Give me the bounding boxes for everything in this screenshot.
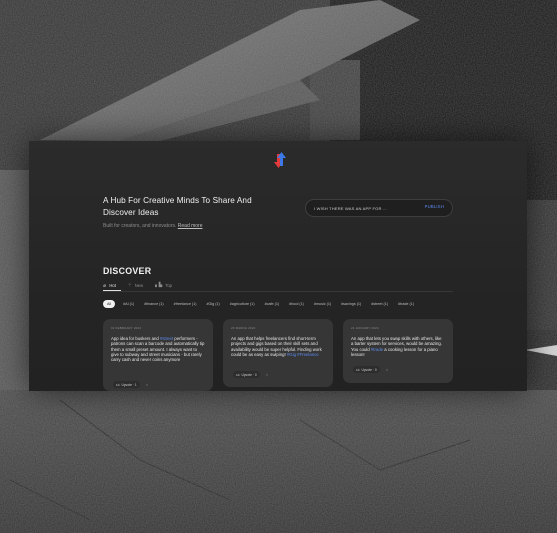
card-text: An app that helps freelancers find short… (231, 336, 325, 357)
tag-chip[interactable]: #savings (1) (341, 302, 361, 306)
app-logo-icon[interactable] (271, 151, 289, 169)
idea-input-bar: PUBLISH (305, 199, 453, 217)
read-more-link[interactable]: Read more (178, 223, 203, 229)
tab-top[interactable]: ▖▙ Top (155, 282, 172, 288)
discover-heading: DISCOVER (103, 266, 152, 276)
comment-icon[interactable]: ○ (266, 372, 269, 377)
card-actions: 👍︎ Upvote · 1 ○ (113, 381, 148, 388)
idea-input[interactable] (314, 204, 409, 213)
tab-new[interactable]: ✧ New (128, 282, 143, 288)
publish-button[interactable]: PUBLISH (425, 204, 444, 209)
hero-title: A Hub For Creative Minds To Share And Di… (103, 196, 252, 217)
tag-chip[interactable]: #finance (1) (144, 302, 163, 306)
tag-chip[interactable]: #food (1) (289, 302, 304, 306)
sparkle-icon: ✧ (127, 282, 132, 287)
hero-subtitle: Built for creators, and innovators. Read… (103, 223, 203, 229)
sort-tabs: 🔥︎ Hot ✧ New ▖▙ Top (103, 282, 172, 288)
thumbs-up-icon: 👍︎ (116, 382, 120, 387)
idea-card[interactable]: 21 JANUARY 2024 An app that lets you swa… (343, 319, 453, 383)
hashtag-link[interactable]: #trade (371, 347, 383, 352)
tag-chip[interactable]: #Gig (1) (206, 302, 219, 306)
upvote-count: Upvote · 0 (361, 367, 377, 372)
card-date: 21 JANUARY 2024 (351, 326, 379, 330)
tag-chip[interactable]: #music (1) (314, 302, 331, 306)
chip-all[interactable]: All (103, 300, 116, 308)
comment-icon[interactable]: ○ (386, 367, 389, 372)
card-text: An app that lets you swap skills with ot… (351, 336, 445, 357)
tag-filter-chips: All #AI (1) #finance (1) #freelance (1) #Gig… (103, 300, 424, 308)
hashtag-link[interactable]: #Gig #Freelance (287, 352, 319, 357)
upvote-count: Upvote · 0 (241, 372, 257, 377)
upvote-count: Upvote · 1 (121, 382, 137, 387)
thumbs-up-icon: 👍︎ (356, 367, 360, 372)
card-text-segment: App idea for buskers and (111, 336, 160, 341)
upvote-button[interactable]: 👍︎ Upvote · 1 (113, 381, 140, 388)
tag-chip[interactable]: #AI (1) (123, 302, 134, 306)
tag-chip[interactable]: #street (1) (371, 302, 388, 306)
tab-top-label: Top (165, 282, 172, 288)
comment-icon[interactable]: ○ (146, 382, 149, 387)
hashtag-link[interactable]: #street (160, 336, 173, 341)
idea-card[interactable]: 23 MARCH 2024 An app that helps freelanc… (223, 319, 333, 387)
flame-icon: 🔥︎ (103, 282, 107, 288)
tag-chip[interactable]: #cafe (1) (265, 302, 280, 306)
hero-subtitle-text: Built for creators, and innovators. (103, 223, 177, 229)
thumbs-up-icon: 👍︎ (236, 372, 240, 377)
tab-hot[interactable]: 🔥︎ Hot (103, 282, 116, 288)
tabs-divider (103, 291, 453, 292)
tag-chip[interactable]: #freelance (1) (174, 302, 197, 306)
upvote-button[interactable]: 👍︎ Upvote · 0 (353, 366, 380, 373)
bar-chart-icon: ▖▙ (155, 282, 163, 287)
tag-chip[interactable]: #trade (1) (398, 302, 414, 306)
app-window: A Hub For Creative Minds To Share And Di… (29, 141, 527, 391)
tab-new-label: New (134, 282, 144, 288)
tab-hot-label: Hot (109, 282, 116, 288)
card-date: 03 FEBRUARY 2024 (111, 326, 142, 330)
card-actions: 👍︎ Upvote · 0 ○ (353, 366, 388, 373)
idea-card[interactable]: 03 FEBRUARY 2024 App idea for buskers an… (103, 319, 213, 391)
tag-chip[interactable]: #agriculture (1) (230, 302, 255, 306)
card-date: 23 MARCH 2024 (231, 326, 256, 330)
card-text: App idea for buskers and #street perform… (111, 336, 205, 362)
upvote-button[interactable]: 👍︎ Upvote · 0 (233, 371, 260, 378)
card-actions: 👍︎ Upvote · 0 ○ (233, 371, 268, 378)
